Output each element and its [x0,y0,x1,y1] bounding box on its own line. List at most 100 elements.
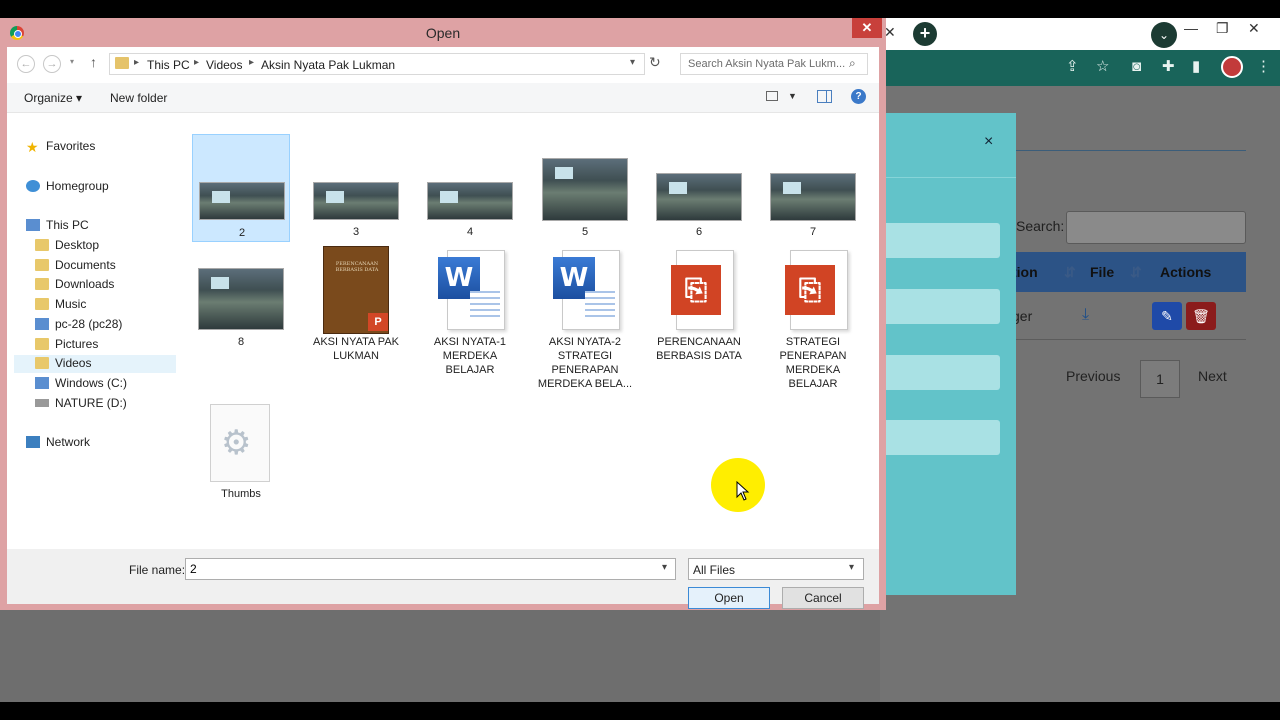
preview-pane-icon[interactable] [817,90,832,103]
profile-avatar[interactable] [1221,56,1243,78]
file-item[interactable]: 8 [192,246,290,396]
breadcrumb-videos[interactable]: Videos [206,58,242,72]
chevron-right-icon[interactable]: ▸ [249,57,254,68]
nav-nature-d[interactable]: NATURE (D:) [35,396,127,414]
file-item[interactable]: PERENCANAAN BERBASIS DATA P AKSI NYATA P… [307,246,405,396]
chevron-down-icon[interactable]: ▾ [630,57,635,68]
nav-documents[interactable]: Documents [35,258,116,276]
file-label: 6 [695,226,703,238]
search-input[interactable]: Search Aksin Nyata Pak Lukm... ⌕ [680,53,868,75]
file-type-select[interactable]: All Files ▾ [688,558,864,580]
file-label: 7 [809,226,817,238]
new-tab-button[interactable]: + [913,22,937,46]
nav-pictures[interactable]: Pictures [35,337,98,355]
file-item[interactable]: 7 [764,134,862,242]
restore-icon[interactable]: ❐ [1216,20,1229,37]
open-button[interactable]: Open [688,587,770,609]
cancel-button[interactable]: Cancel [782,587,864,609]
nav-videos[interactable]: Videos [14,355,176,373]
file-item[interactable]: 2 [192,134,290,242]
word-document-icon: W [553,250,620,330]
download-icon[interactable]: ⤓ [1082,306,1089,324]
side-panel-icon[interactable]: ▮ [1192,59,1200,75]
window-close-icon[interactable]: ✕ [1248,20,1260,37]
modal-input[interactable] [886,420,1000,455]
file-item[interactable]: ⚙ Thumbs [192,402,290,512]
folder-icon [35,338,49,350]
sort-icon[interactable]: ⇵ [1064,264,1076,281]
homegroup-icon [26,180,40,192]
file-name-input[interactable] [185,558,676,580]
nav-network[interactable]: Network [26,435,90,453]
file-label: AKSI NYATA-2 STRATEGI PENERAPAN MERDEKA … [537,336,633,390]
pagination-next[interactable]: Next [1198,368,1227,384]
modal-input[interactable] [886,355,1000,390]
tab-underline [1016,150,1246,151]
organize-button[interactable]: Organize ▾ [24,91,82,105]
pagination-page[interactable]: 1 [1140,360,1180,398]
chevron-right-icon[interactable]: ▸ [194,57,199,68]
nav-downloads[interactable]: Downloads [35,277,114,295]
data-table-area: Search: tion ⇵ File ⇵ Actions ger ⤓ ✎ 🗑 … [1012,86,1280,406]
forward-icon[interactable]: → [43,55,61,73]
share-icon[interactable]: ⇪ [1066,59,1079,75]
pdf-badge-icon: ⎘ [785,265,835,315]
nav-desktop[interactable]: Desktop [35,238,99,256]
drive-icon [35,399,49,407]
bookmark-star-icon[interactable]: ☆ [1096,59,1109,75]
table-search-input[interactable] [1066,211,1246,244]
up-arrow-icon[interactable]: ↑ [90,54,97,70]
file-item[interactable]: 6 [650,134,748,242]
modal-close-icon[interactable]: × [984,133,993,151]
file-label: 8 [237,336,245,348]
view-options-icon[interactable] [766,91,778,101]
dialog-close-button[interactable]: ✕ [852,18,882,38]
chevron-right-icon[interactable]: ▸ [134,57,139,68]
nav-homegroup[interactable]: Homegroup [26,179,109,197]
nav-this-pc[interactable]: This PC [26,218,89,236]
pdf-document-icon: ⎘ [671,250,734,330]
nav-pc28[interactable]: pc-28 (pc28) [35,317,122,335]
file-item[interactable]: ⎘ PERENCANAAN BERBASIS DATA [650,246,748,396]
modal-input[interactable] [886,223,1000,258]
menu-kebab-icon[interactable]: ⋮ [1256,59,1271,75]
pdf-document-icon: ⎘ [785,250,848,330]
modal-input[interactable] [886,289,1000,324]
camera-icon[interactable]: ◙ [1132,59,1141,75]
extensions-icon[interactable]: ✚ [1162,59,1175,75]
address-bar[interactable]: ▸ This PC ▸ Videos ▸ Aksin Nyata Pak Luk… [109,53,645,75]
file-item[interactable]: 4 [421,134,519,242]
search-icon[interactable]: ⌕ [849,56,856,71]
modal-divider [886,177,1016,178]
file-item[interactable]: W AKSI NYATA-1 MERDEKA BELAJAR [421,246,519,396]
breadcrumb-current[interactable]: Aksin Nyata Pak Lukman [261,58,395,72]
nav-music[interactable]: Music [35,297,86,315]
back-icon[interactable]: ← [17,55,35,73]
file-label: PERENCANAAN BERBASIS DATA [656,336,742,362]
file-item[interactable]: ⎘ STRATEGI PENERAPAN MERDEKA BELAJAR [764,246,862,396]
minimize-icon[interactable]: — [1184,20,1198,36]
file-item[interactable]: 5 [536,134,634,242]
chevron-down-icon[interactable]: ▼ [788,91,797,101]
help-icon[interactable]: ? [851,89,866,104]
image-thumbnail [198,268,284,330]
file-item[interactable]: 3 [307,134,405,242]
delete-button[interactable]: 🗑 [1186,302,1216,330]
browser-tab-strip: ✕ + ⌄ — ❐ ✕ [880,18,1280,50]
tab-search-icon[interactable]: ⌄ [1151,22,1177,48]
document-lines [470,291,500,321]
refresh-icon[interactable]: ↻ [649,54,661,71]
edit-button[interactable]: ✎ [1152,302,1182,330]
sort-icon[interactable]: ⇵ [1130,264,1142,281]
nav-favorites[interactable]: ★ Favorites [26,139,95,157]
new-folder-button[interactable]: New folder [110,91,167,105]
chevron-down-icon[interactable]: ▾ [662,562,667,573]
file-label: 4 [466,226,474,238]
breadcrumb-this-pc[interactable]: This PC [147,58,190,72]
pagination-previous[interactable]: Previous [1066,368,1120,384]
chevron-down-icon[interactable]: ▾ [849,562,854,573]
nav-windows-c[interactable]: Windows (C:) [35,376,127,394]
file-item[interactable]: W AKSI NYATA-2 STRATEGI PENERAPAN MERDEK… [536,246,634,396]
recent-dropdown-icon[interactable]: ▾ [70,57,74,66]
file-type-value: All Files [693,563,736,577]
